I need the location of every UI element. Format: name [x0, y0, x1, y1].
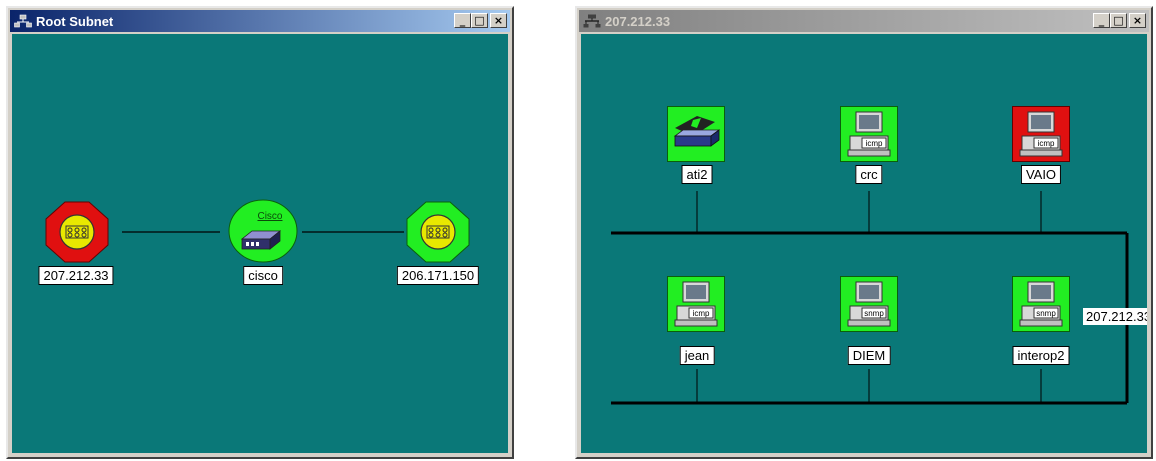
cisco-logo-text: Cisco: [257, 211, 282, 222]
minimize-button[interactable]: _: [454, 13, 471, 28]
badge-snmp: snmp: [864, 309, 884, 318]
window-title: Root Subnet: [36, 13, 114, 29]
subnet-titlebar[interactable]: 207.212.33 _ □ ×: [579, 10, 1149, 32]
maximize-button[interactable]: □: [1110, 13, 1127, 28]
node-diem[interactable]: snmp: [840, 276, 898, 332]
root-subnet-titlebar[interactable]: Root Subnet _ □ ×: [10, 10, 510, 32]
switch-icon: [667, 106, 725, 162]
badge-icmp: icmp: [693, 309, 710, 318]
badge-icmp: icmp: [1038, 139, 1055, 148]
minimize-button[interactable]: _: [1093, 13, 1110, 28]
router-icon: Cisco: [228, 199, 298, 263]
badge-snmp: snmp: [1036, 309, 1056, 318]
window-title: 207.212.33: [605, 13, 671, 29]
subnet-icon: [45, 201, 109, 263]
root-subnet-map[interactable]: 207.212.33 Cisco cisco 206.171.150: [12, 34, 508, 453]
node-label: 207.212.33: [38, 266, 114, 285]
node-cisco[interactable]: Cisco: [228, 199, 298, 263]
subnet-icon: [406, 201, 470, 263]
network-address-label: 207.212.33: [1083, 308, 1147, 325]
node-interop2[interactable]: snmp: [1012, 276, 1070, 332]
close-button[interactable]: ×: [490, 13, 507, 28]
node-label: ati2: [681, 165, 713, 184]
node-label: jean: [679, 346, 715, 365]
node-jean[interactable]: icmp: [667, 276, 725, 332]
node-label: DIEM: [847, 346, 891, 365]
network-icon: [14, 14, 32, 28]
node-vaio[interactable]: icmp: [1012, 106, 1070, 162]
maximize-button[interactable]: □: [471, 13, 488, 28]
node-subnet-206-171-150[interactable]: [406, 201, 470, 263]
subnet-207-212-33-window[interactable]: 207.212.33 _ □ × ati2 icmp crc icmp VAIO…: [575, 6, 1153, 459]
subnet-bus-links: [611, 191, 1129, 405]
computer-icon: snmp: [840, 276, 898, 332]
node-label: 206.171.150: [396, 266, 480, 285]
network-icon: [583, 14, 601, 28]
node-label: crc: [855, 165, 883, 184]
node-label: cisco: [243, 266, 283, 285]
close-button[interactable]: ×: [1129, 13, 1146, 28]
root-subnet-window[interactable]: Root Subnet _ □ × 207.212.33 Cisco cisco…: [6, 6, 514, 459]
node-subnet-207-212-33[interactable]: [45, 201, 109, 263]
computer-icon: icmp: [667, 276, 725, 332]
node-label: VAIO: [1020, 165, 1062, 184]
computer-icon: icmp: [1012, 106, 1070, 162]
computer-icon: icmp: [840, 106, 898, 162]
computer-icon: snmp: [1012, 276, 1070, 332]
subnet-map[interactable]: ati2 icmp crc icmp VAIO icmp jean snmp D…: [581, 34, 1147, 453]
node-crc[interactable]: icmp: [840, 106, 898, 162]
node-ati2[interactable]: [667, 106, 725, 162]
node-label: interop2: [1012, 346, 1070, 365]
badge-icmp: icmp: [866, 139, 883, 148]
